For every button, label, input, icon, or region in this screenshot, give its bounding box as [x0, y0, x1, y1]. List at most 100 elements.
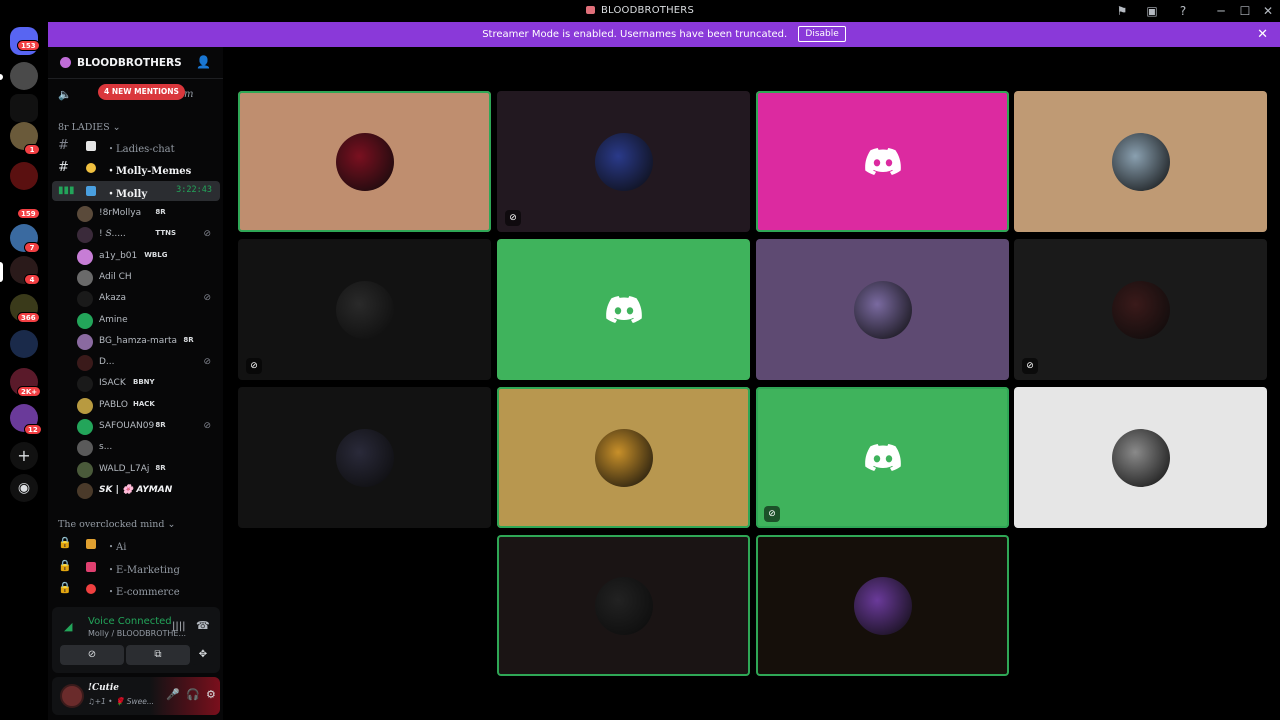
voice-user-row[interactable]: BG_hamza-marta 8R [77, 332, 217, 352]
server-icon-3[interactable] [10, 162, 38, 190]
server-logo-icon [60, 57, 71, 68]
voice-user-row[interactable]: s... [77, 438, 217, 458]
avatar[interactable] [77, 291, 93, 308]
voice-user-name: Amine [99, 314, 128, 325]
category-overclocked[interactable]: The overclocked mind ⌄ [58, 519, 175, 530]
avatar[interactable] [77, 461, 93, 478]
chevron-down-icon: ⌄ [168, 56, 176, 66]
avatar[interactable] [77, 269, 93, 286]
video-tile[interactable] [756, 91, 1009, 232]
server-icon-6[interactable] [10, 330, 38, 358]
user-tag: TTNS [155, 229, 177, 238]
disconnect-icon[interactable]: ☎ [196, 619, 210, 632]
mic-muted-icon: ⊘ [203, 293, 211, 304]
video-tile[interactable] [497, 387, 750, 528]
microphone-icon[interactable]: 🎤 [166, 688, 180, 701]
signal-icon: ◢ [64, 620, 73, 633]
headphones-icon[interactable]: 🎧 [186, 688, 200, 701]
avatar[interactable] [77, 376, 93, 393]
voice-user-name: BG_hamza-marta [99, 335, 177, 346]
video-tile[interactable] [497, 239, 750, 380]
voice-user-name: SAFOUAN09 [99, 421, 155, 431]
add-server-icon[interactable]: + [10, 442, 38, 470]
voice-user-row[interactable]: a1y_b01 WBLG [77, 247, 217, 267]
activities-button[interactable]: ✥ [192, 645, 214, 665]
invite-people-icon[interactable]: 👤 [196, 55, 211, 69]
help-icon[interactable]: ? [1175, 3, 1191, 19]
video-tile[interactable]: ⊘ [497, 91, 750, 232]
video-tile[interactable] [1014, 91, 1267, 232]
new-mentions-pill[interactable]: 4 NEW MENTIONS [98, 84, 185, 100]
voice-user-row[interactable]: WALD_L7Aj 8R [77, 460, 217, 480]
voice-user-row[interactable]: Akaza ⊘ [77, 289, 217, 309]
avatar[interactable] [77, 482, 93, 499]
channel-emoji-icon [86, 539, 96, 549]
video-tile[interactable] [238, 91, 491, 232]
video-tile[interactable]: ⊘ [756, 387, 1009, 528]
avatar[interactable] [60, 684, 84, 708]
channel-emoji-icon [86, 186, 96, 196]
voice-user-row[interactable]: SAFOUAN09 8R ⊘ [77, 417, 217, 437]
mic-muted-icon: ⊘ [203, 229, 211, 240]
avatar[interactable] [77, 248, 93, 265]
avatar[interactable] [77, 440, 93, 457]
voice-user-row[interactable]: PABLO HACK [77, 396, 217, 416]
voice-user-row[interactable]: D... ⊘ [77, 353, 217, 373]
mic-muted-icon: ⊘ [203, 357, 211, 368]
explore-icon[interactable]: ◉ [10, 474, 38, 502]
screen-icon[interactable]: ▣ [1144, 3, 1160, 19]
folder-icon[interactable] [10, 94, 38, 122]
voice-connection-panel: ◢ Voice Connected Molly / BLOODBROTHE...… [52, 607, 220, 673]
avatar[interactable] [77, 312, 93, 329]
voice-user-row[interactable]: SK | 🌸 AYMAN [77, 481, 217, 501]
user-tag: WBLG [144, 250, 168, 259]
video-tile[interactable]: ⊘ [238, 239, 491, 380]
channel-ladies-chat[interactable]: # ・Ladies-chat [52, 136, 220, 156]
server-badge: 12 [24, 424, 42, 435]
video-tile[interactable] [1014, 387, 1267, 528]
server-icon-1[interactable] [10, 62, 38, 90]
channel-label: ・Ai [106, 542, 127, 553]
category-label: 8r LADIES [58, 122, 110, 133]
minimize-button[interactable]: ─ [1213, 3, 1229, 19]
maximize-button[interactable]: ☐ [1237, 3, 1253, 19]
video-tile[interactable] [238, 387, 491, 528]
mic-muted-icon: ⊘ [203, 421, 211, 431]
voice-user-row[interactable]: ISACK BBNY [77, 374, 217, 394]
server-icon [585, 6, 595, 14]
avatar[interactable] [77, 206, 93, 222]
noise-suppression-icon[interactable]: |||| [172, 621, 185, 632]
avatar[interactable] [77, 333, 93, 350]
video-tile[interactable]: ⊘ [1014, 239, 1267, 380]
disable-streamer-mode-button[interactable]: Disable [798, 26, 846, 42]
channel-sidebar: BLOODBROTHERS ⌄ 👤 🔈 om 4 NEW MENTIONS 8r… [48, 47, 223, 720]
avatar[interactable] [77, 227, 93, 244]
channel-molly-memes[interactable]: # ・Molly-Memes [52, 158, 220, 178]
voice-user-row[interactable]: Adil CH [77, 268, 217, 288]
channel-e-marketing[interactable]: 🔒 ・E-Marketing [52, 557, 220, 577]
voice-user-row[interactable]: !8rMollya 8R [77, 204, 217, 224]
server-badge: 2K+ [17, 386, 42, 397]
video-tile[interactable] [756, 239, 1009, 380]
voice-user-row[interactable]: Amine [77, 311, 217, 331]
settings-gear-icon[interactable]: ⚙ [206, 688, 216, 701]
voice-channel-molly[interactable]: ▮▮▮ ・Molly 3:22:43 [52, 181, 220, 201]
video-tile[interactable] [756, 535, 1009, 676]
screen-share-button[interactable]: ⧉ [126, 645, 190, 665]
video-tile[interactable] [497, 535, 750, 676]
category-ladies[interactable]: 8r LADIES ⌄ [58, 122, 121, 133]
voice-user-row[interactable]: ! 𝑆..... TTNS ⊘ [77, 225, 217, 245]
close-icon[interactable]: ✕ [1257, 22, 1268, 47]
avatar [335, 132, 394, 191]
avatar[interactable] [77, 355, 93, 372]
discord-logo-icon [605, 295, 642, 323]
server-header[interactable]: BLOODBROTHERS ⌄ 👤 [48, 47, 223, 79]
channel-e-commerce[interactable]: 🔒 ・E-commerce [52, 579, 220, 599]
camera-off-button[interactable]: ⊘ [60, 645, 124, 665]
voice-user-name: s... [99, 442, 113, 453]
avatar[interactable] [77, 419, 93, 435]
avatar[interactable] [77, 397, 93, 414]
inbox-icon[interactable]: ⚑ [1114, 3, 1130, 19]
close-window-button[interactable]: ✕ [1260, 3, 1276, 19]
channel-ai[interactable]: 🔒 ・Ai [52, 534, 220, 554]
